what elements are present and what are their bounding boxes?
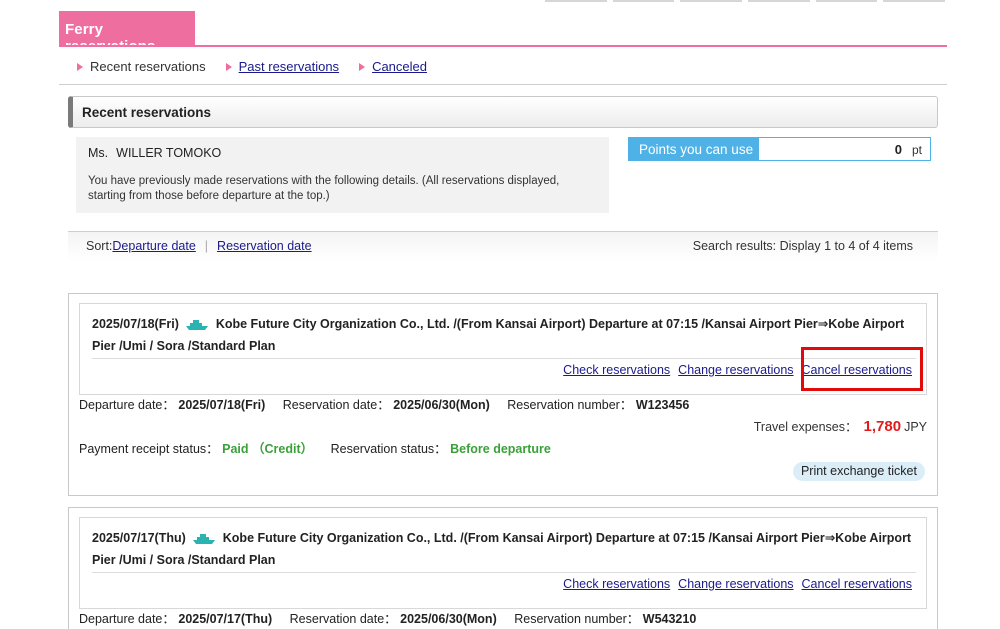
triangle-right-icon — [225, 62, 232, 71]
reservation-date-value: 2025/06/30(Mon) — [393, 398, 490, 412]
departure-date-label: Departure date： — [79, 612, 175, 626]
currency-label: JPY — [904, 420, 927, 434]
subnav-current-label: Recent reservations — [90, 59, 206, 74]
reservation-date-label: Reservation date： — [289, 612, 397, 626]
ship-icon — [186, 319, 209, 330]
customer-name: Ms. WILLER TOMOKO — [88, 146, 597, 160]
departure-date-value: 2025/07/18(Fri) — [178, 398, 266, 412]
check-reservations-link[interactable]: Check reservations — [563, 577, 670, 591]
reservation-card: 2025/07/17(Thu) Kobe Future City Organiz… — [68, 507, 938, 629]
ship-icon — [193, 533, 216, 544]
points-label: Points you can use — [629, 138, 759, 160]
sort-bar: Sort: Departure date | Reservation date … — [68, 231, 938, 261]
subnav-divider — [59, 84, 947, 85]
section-heading: Recent reservations — [68, 96, 938, 128]
points-unit: pt — [911, 143, 922, 157]
departure-date-label: Departure date： — [79, 398, 175, 412]
top-decoration — [545, 0, 946, 2]
route-divider — [92, 572, 916, 573]
canceled-link[interactable]: Canceled — [372, 59, 427, 74]
reservation-status-label: Reservation status： — [330, 442, 447, 456]
past-reservations-link[interactable]: Past reservations — [239, 59, 339, 74]
subnav-item-canceled[interactable]: Canceled — [359, 59, 427, 74]
customer-description: You have previously made reservations wi… — [88, 175, 560, 202]
travel-expenses-label: Travel expenses： — [753, 420, 858, 434]
search-results-count: Search results: Display 1 to 4 of 4 item… — [692, 239, 913, 253]
print-exchange-ticket-button[interactable]: Print exchange ticket — [792, 462, 925, 481]
reservation-number-value: W543210 — [642, 612, 697, 626]
triangle-right-icon — [77, 62, 83, 71]
reservation-route-box: 2025/07/17(Thu) Kobe Future City Organiz… — [79, 517, 927, 609]
sort-reservation-link[interactable]: Reservation date — [217, 239, 312, 261]
departure-date-value: 2025/07/17(Thu) — [178, 612, 273, 626]
triangle-right-icon — [359, 62, 366, 71]
reservation-detail-line: Departure date： 2025/07/17(Thu) Reservat… — [79, 608, 696, 627]
cancel-reservations-link[interactable]: Cancel reservations — [802, 577, 912, 591]
check-reservations-link[interactable]: Check reservations — [563, 363, 670, 377]
route-date: 2025/07/17(Thu) — [92, 531, 186, 545]
change-reservations-link[interactable]: Change reservations — [678, 577, 793, 591]
subnav-item-past[interactable]: Past reservations — [225, 59, 339, 74]
route-text: Kobe Future City Organization Co., Ltd. … — [92, 317, 905, 353]
page-title: Ferry reservations — [59, 11, 195, 55]
reservation-route: 2025/07/17(Thu) Kobe Future City Organiz… — [92, 527, 916, 571]
reservation-number-value: W123456 — [635, 398, 690, 412]
cancel-highlight-box — [801, 347, 923, 391]
reservation-subnav: Recent reservations Past reservations Ca… — [77, 59, 447, 74]
reservation-card: 2025/07/18(Fri) Kobe Future City Organiz… — [68, 293, 938, 496]
travel-expenses-amount: 1,780 — [863, 418, 902, 435]
route-divider — [92, 358, 916, 359]
reservation-number-label: Reservation number： — [514, 612, 640, 626]
reservation-status-line: Payment receipt status： Paid （Credit） Re… — [79, 438, 551, 457]
reservation-number-label: Reservation number： — [507, 398, 633, 412]
reservation-date-label: Reservation date： — [282, 398, 390, 412]
subnav-item-recent: Recent reservations — [77, 59, 206, 74]
customer-name-text: WILLER TOMOKO — [116, 146, 222, 160]
customer-info-box: Ms. WILLER TOMOKO You have previously mad… — [76, 137, 609, 213]
points-box: Points you can use 0 pt — [628, 137, 931, 161]
reservation-actions: Check reservations Change reservations C… — [563, 577, 912, 591]
sort-departure-link[interactable]: Departure date — [112, 239, 195, 261]
customer-salutation: Ms. — [88, 146, 109, 160]
reservation-detail-line: Departure date： 2025/07/18(Fri) Reservat… — [79, 394, 689, 413]
payment-status-label: Payment receipt status： — [79, 442, 219, 456]
title-divider — [59, 45, 947, 47]
route-date: 2025/07/18(Fri) — [92, 317, 179, 331]
sort-separator: | — [204, 239, 209, 253]
reservation-status-value: Before departure — [450, 442, 551, 456]
points-value: 0 — [894, 142, 902, 157]
change-reservations-link[interactable]: Change reservations — [678, 363, 793, 377]
travel-expenses: Travel expenses： 1,780 JPY — [754, 416, 927, 435]
reservation-route-box: 2025/07/18(Fri) Kobe Future City Organiz… — [79, 303, 927, 395]
payment-status-value: Paid （Credit） — [222, 442, 314, 456]
reservation-route: 2025/07/18(Fri) Kobe Future City Organiz… — [92, 313, 916, 357]
sort-prefix: Sort: — [86, 239, 113, 253]
reservation-date-value: 2025/06/30(Mon) — [400, 612, 497, 626]
